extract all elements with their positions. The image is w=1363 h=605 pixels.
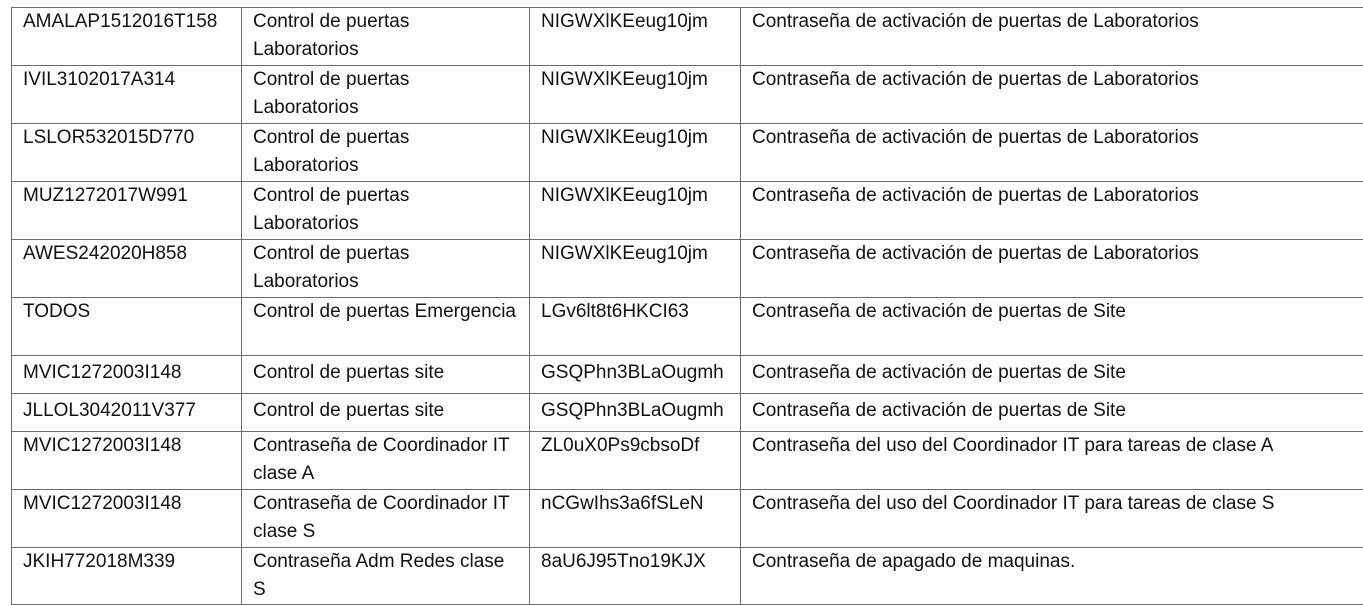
table-row: TODOS Control de puertas Emergencia LGv6… [12, 298, 1363, 356]
password-cell: nCGwIhs3a6fSLeN [530, 490, 741, 548]
description-cell: Contraseña de activación de puertas de L… [741, 124, 1363, 182]
description-cell: Contraseña de activación de puertas de L… [741, 8, 1363, 66]
description-cell: Contraseña de activación de puertas de L… [741, 66, 1363, 124]
user-cell: JKIH772018M339 [12, 548, 242, 605]
password-cell: NIGWXlKEeug10jm [530, 124, 741, 182]
system-cell: Control de puertas Laboratorios [242, 182, 530, 240]
user-cell: IVIL3102017A314 [12, 66, 242, 124]
table-row: JKIH772018M339 Contraseña Adm Redes clas… [12, 548, 1363, 605]
description-cell: Contraseña de activación de puertas de L… [741, 240, 1363, 298]
table-row: MVIC1272003I148 Control de puertas site … [12, 356, 1363, 394]
password-cell: GSQPhn3BLaOugmh [530, 356, 741, 394]
user-cell: JLLOL3042011V377 [12, 394, 242, 432]
table-row: JLLOL3042011V377 Control de puertas site… [12, 394, 1363, 432]
table-row: AMALAP1512016T158 Control de puertas Lab… [12, 8, 1363, 66]
user-cell: MVIC1272003I148 [12, 432, 242, 490]
system-cell: Control de puertas Laboratorios [242, 240, 530, 298]
user-cell: AWES242020H858 [12, 240, 242, 298]
system-cell: Contraseña Adm Redes clase S [242, 548, 530, 605]
description-cell: Contraseña del uso del Coordinador IT pa… [741, 432, 1363, 490]
user-cell: LSLOR532015D770 [12, 124, 242, 182]
table-row: MUZ1272017W991 Control de puertas Labora… [12, 182, 1363, 240]
description-cell: Contraseña de activación de puertas de S… [741, 298, 1363, 356]
table-row: IVIL3102017A314 Control de puertas Labor… [12, 66, 1363, 124]
system-cell: Control de puertas Laboratorios [242, 8, 530, 66]
system-cell: Contraseña de Coordinador IT clase A [242, 432, 530, 490]
password-cell: NIGWXlKEeug10jm [530, 240, 741, 298]
password-cell: 8aU6J95Tno19KJX [530, 548, 741, 605]
system-cell: Control de puertas Laboratorios [242, 124, 530, 182]
user-cell: MUZ1272017W991 [12, 182, 242, 240]
system-cell: Contraseña de Coordinador IT clase S [242, 490, 530, 548]
password-cell: NIGWXlKEeug10jm [530, 8, 741, 66]
user-cell: MVIC1272003I148 [12, 490, 242, 548]
system-cell: Control de puertas site [242, 356, 530, 394]
password-cell: LGv6lt8t6HKCI63 [530, 298, 741, 356]
system-cell: Control de puertas site [242, 394, 530, 432]
password-cell: NIGWXlKEeug10jm [530, 182, 741, 240]
password-cell: ZL0uX0Ps9cbsoDf [530, 432, 741, 490]
user-cell: AMALAP1512016T158 [12, 8, 242, 66]
password-cell: NIGWXlKEeug10jm [530, 66, 741, 124]
table-row: MVIC1272003I148 Contraseña de Coordinado… [12, 490, 1363, 548]
user-cell: TODOS [12, 298, 242, 356]
description-cell: Contraseña de activación de puertas de S… [741, 394, 1363, 432]
description-cell: Contraseña de apagado de maquinas. [741, 548, 1363, 605]
password-cell: GSQPhn3BLaOugmh [530, 394, 741, 432]
system-cell: Control de puertas Emergencia [242, 298, 530, 356]
credentials-table: AMALAP1512016T158 Control de puertas Lab… [11, 7, 1363, 605]
table-row: LSLOR532015D770 Control de puertas Labor… [12, 124, 1363, 182]
system-cell: Control de puertas Laboratorios [242, 66, 530, 124]
table-row: MVIC1272003I148 Contraseña de Coordinado… [12, 432, 1363, 490]
description-cell: Contraseña de activación de puertas de L… [741, 182, 1363, 240]
description-cell: Contraseña de activación de puertas de S… [741, 356, 1363, 394]
table-row: AWES242020H858 Control de puertas Labora… [12, 240, 1363, 298]
user-cell: MVIC1272003I148 [12, 356, 242, 394]
description-cell: Contraseña del uso del Coordinador IT pa… [741, 490, 1363, 548]
